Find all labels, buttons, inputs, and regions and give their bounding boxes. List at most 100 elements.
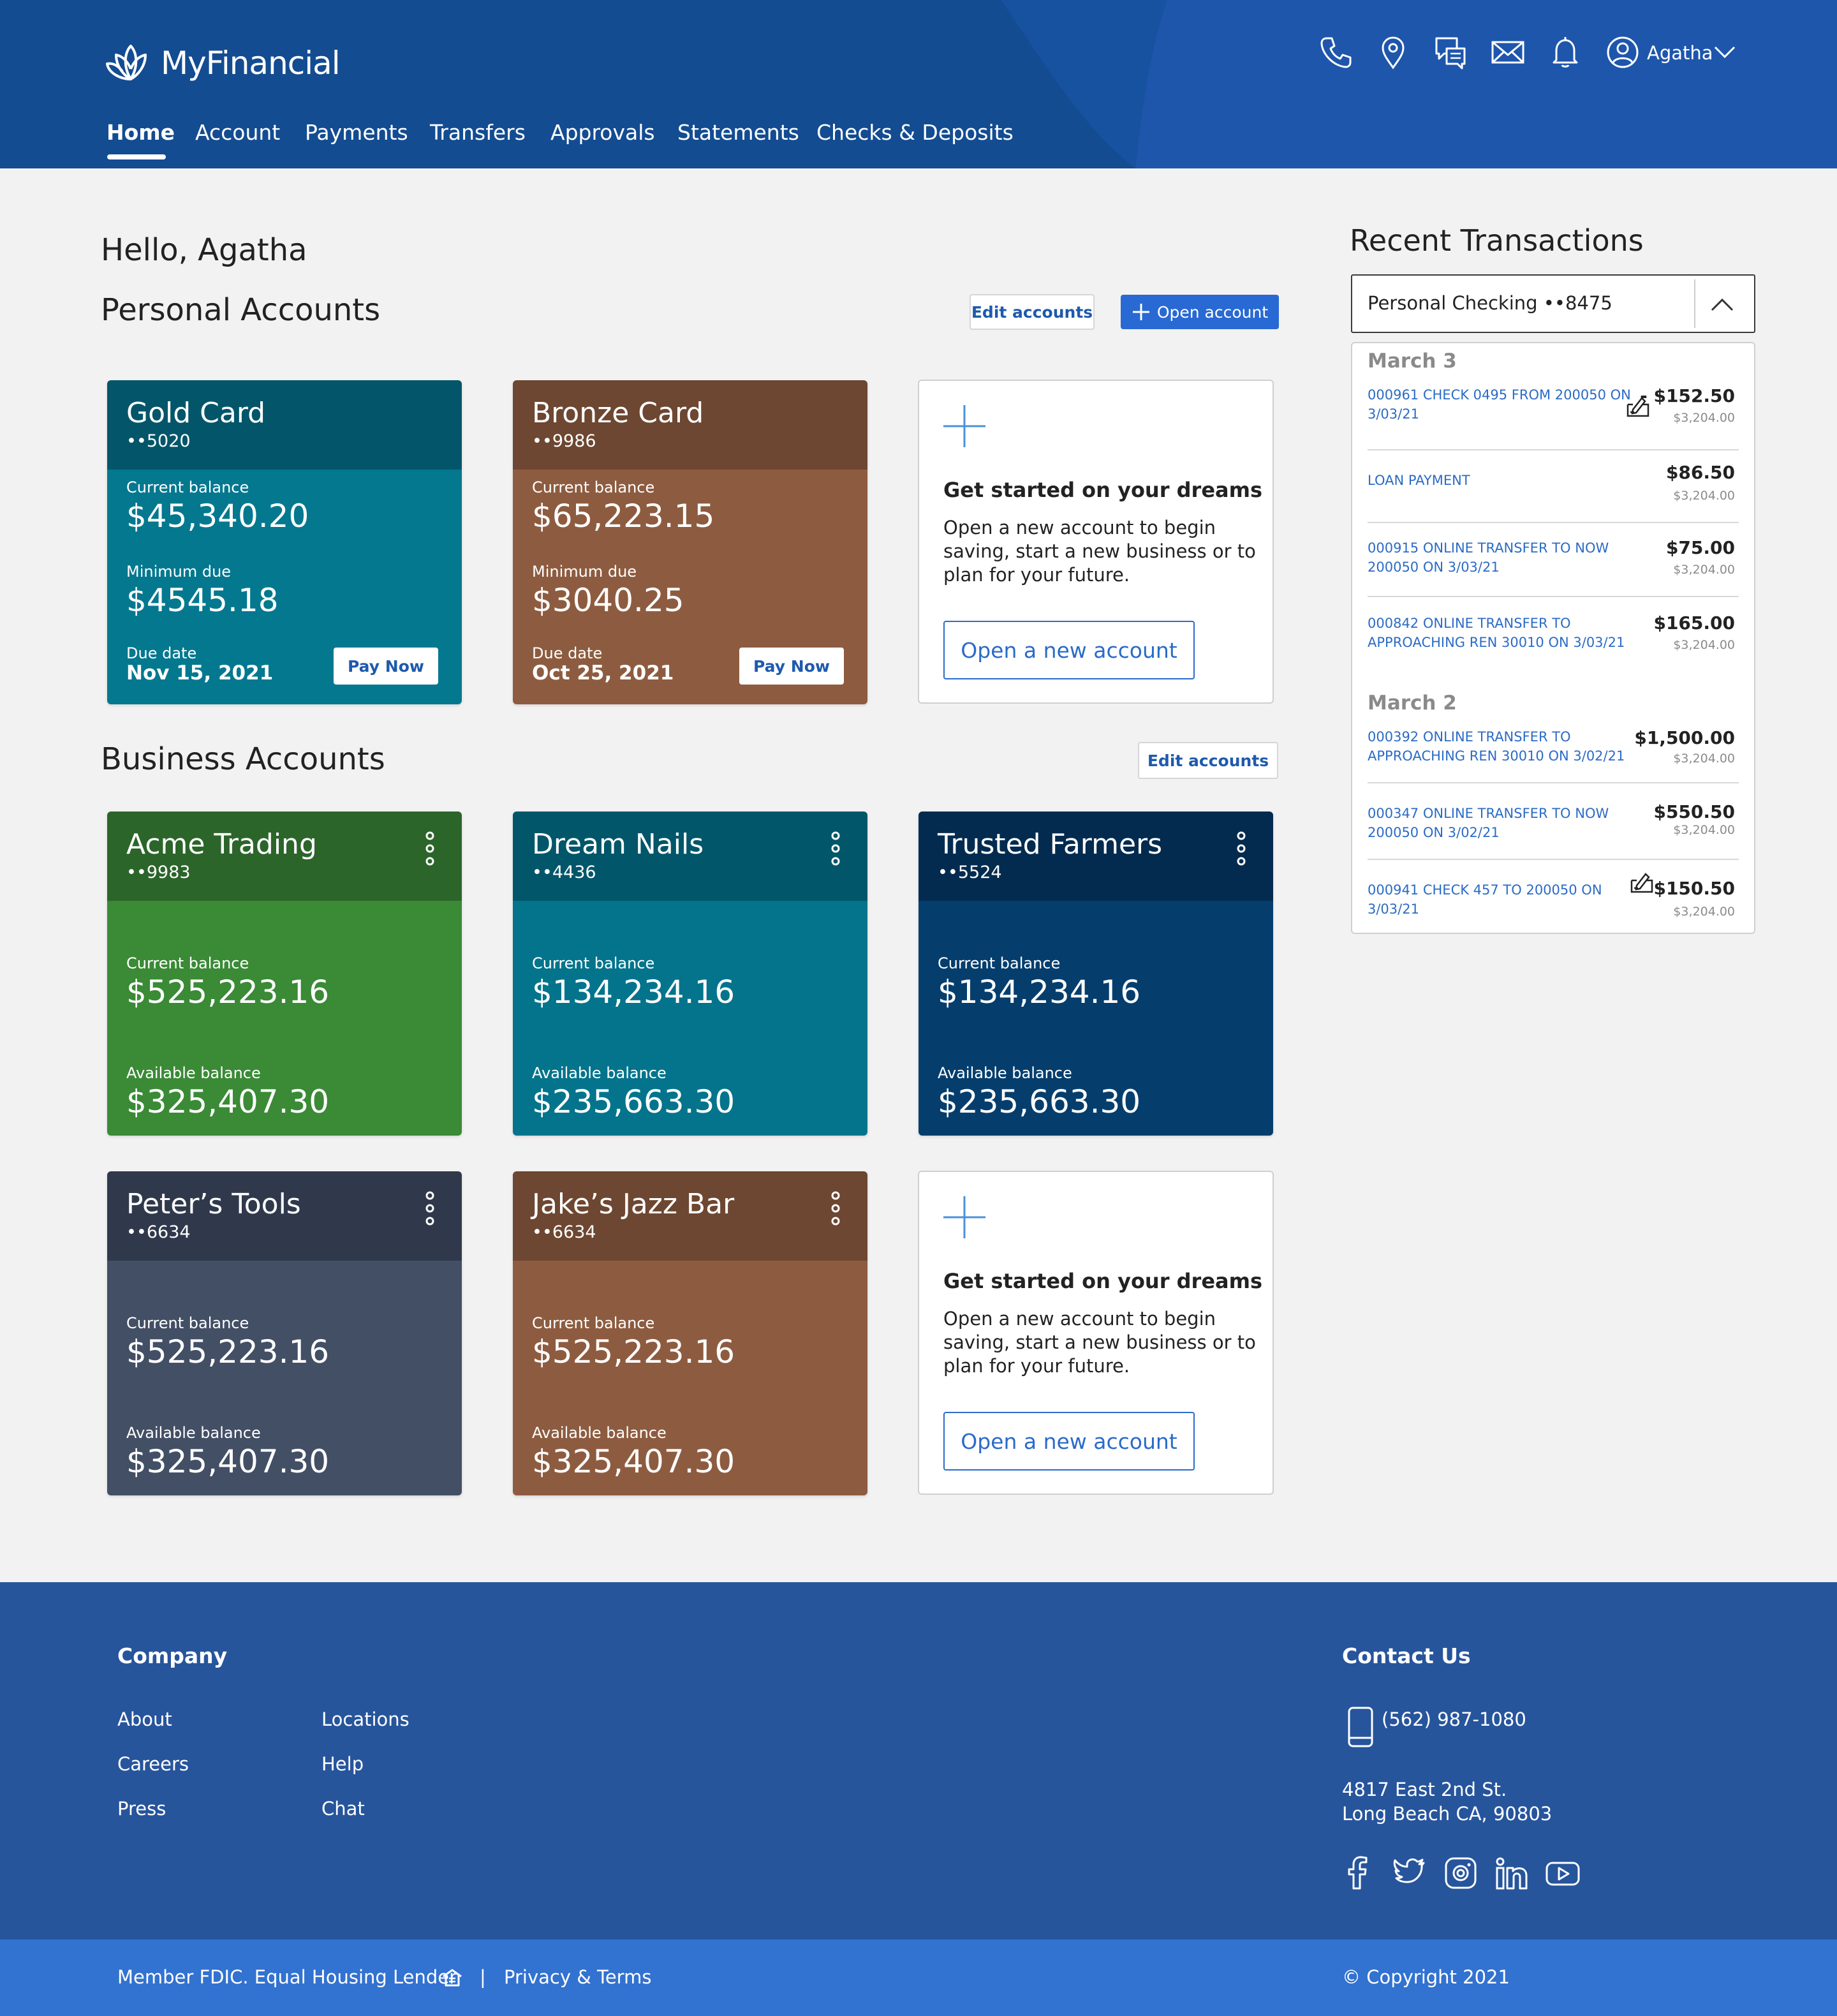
top-header: MyFinancial Home Account Payments Transf…	[0, 0, 1837, 168]
more-options-icon[interactable]	[424, 831, 436, 866]
mail-icon[interactable]	[1490, 34, 1526, 70]
more-options-icon[interactable]	[829, 1190, 842, 1226]
check-image-icon[interactable]	[1629, 870, 1655, 893]
greeting: Hello, Agatha	[101, 232, 307, 268]
nav-statements[interactable]: Statements	[677, 120, 799, 145]
pay-now-button[interactable]: Pay Now	[334, 648, 438, 685]
current-balance: $45,340.20	[126, 498, 309, 535]
footer-link-press[interactable]: Press	[117, 1798, 166, 1820]
account-card-dream-nails[interactable]: Dream Nails ••4436 Current balance $134,…	[513, 812, 867, 1136]
promo-title: Get started on your dreams	[943, 478, 1262, 502]
user-name[interactable]: Agatha	[1647, 42, 1713, 64]
youtube-icon[interactable]	[1545, 1855, 1581, 1891]
transaction-balance: $3,204.00	[1673, 638, 1735, 652]
card-name: Acme Trading	[126, 828, 317, 861]
footer-link-about[interactable]: About	[117, 1708, 172, 1730]
nav-payments[interactable]: Payments	[305, 120, 408, 145]
transaction-date-header: March 3	[1368, 350, 1457, 373]
transaction-description[interactable]: 000392 ONLINE TRANSFER TO APPROACHING RE…	[1368, 727, 1635, 766]
account-card-gold[interactable]: Gold Card ••5020 Current balance $45,340…	[107, 380, 462, 704]
pay-now-button[interactable]: Pay Now	[739, 648, 844, 685]
location-pin-icon[interactable]	[1375, 34, 1411, 70]
nav-checks-deposits[interactable]: Checks & Deposits	[816, 120, 1014, 145]
footer: Company About Careers Press Locations He…	[0, 1582, 1837, 1939]
contact-phone[interactable]: (562) 987-1080	[1382, 1708, 1526, 1730]
available-balance: $325,407.30	[126, 1443, 330, 1480]
account-card-peters-tools[interactable]: Peter’s Tools ••6634 Current balance $52…	[107, 1171, 462, 1495]
open-new-account-button[interactable]: Open a new account	[943, 1412, 1195, 1471]
transaction-description[interactable]: 000941 CHECK 457 TO 200050 ON 3/03/21	[1368, 880, 1635, 919]
available-balance: $325,407.30	[126, 1083, 330, 1120]
equal-housing-icon	[443, 1969, 462, 1987]
more-options-icon[interactable]	[829, 831, 842, 866]
current-balance: $525,223.16	[126, 974, 330, 1011]
available-balance-label: Available balance	[938, 1064, 1072, 1082]
transaction-description[interactable]: LOAN PAYMENT	[1368, 471, 1635, 490]
current-balance-label: Current balance	[532, 1314, 655, 1332]
edit-business-accounts-button[interactable]: Edit accounts	[1138, 742, 1278, 779]
footer-link-careers[interactable]: Careers	[117, 1753, 189, 1775]
minimum-due: $4545.18	[126, 582, 279, 619]
privacy-terms-link[interactable]: Privacy & Terms	[504, 1966, 651, 1988]
user-icon[interactable]	[1605, 34, 1641, 70]
promo-text: Open a new account to begin saving, star…	[943, 517, 1256, 586]
current-balance: $525,223.16	[532, 1333, 735, 1370]
transaction-description[interactable]: 000347 ONLINE TRANSFER TO NOW 200050 ON …	[1368, 804, 1635, 842]
available-balance-label: Available balance	[532, 1064, 667, 1082]
linkedin-icon[interactable]	[1495, 1855, 1528, 1891]
available-balance: $235,663.30	[938, 1083, 1141, 1120]
transaction-description[interactable]: 000842 ONLINE TRANSFER TO APPROACHING RE…	[1368, 614, 1635, 652]
business-accounts-title: Business Accounts	[101, 741, 385, 777]
account-card-jakes-jazz-bar[interactable]: Jake’s Jazz Bar ••6634 Current balance $…	[513, 1171, 867, 1495]
account-card-trusted-farmers[interactable]: Trusted Farmers ••5524 Current balance $…	[918, 812, 1273, 1136]
nav-transfers[interactable]: Transfers	[430, 120, 526, 145]
footer-link-help[interactable]: Help	[321, 1753, 364, 1775]
transaction-amount: $1,500.00	[1634, 727, 1735, 748]
open-new-account-button[interactable]: Open a new account	[943, 621, 1195, 679]
chevron-up-icon[interactable]	[1709, 292, 1735, 318]
transaction-description[interactable]: 000961 CHECK 0495 FROM 200050 ON 3/03/21	[1368, 385, 1635, 424]
nav-account[interactable]: Account	[195, 120, 280, 145]
transaction-amount: $550.50	[1653, 801, 1735, 822]
current-balance: $134,234.16	[938, 974, 1141, 1011]
twitter-icon[interactable]	[1392, 1855, 1426, 1891]
select-divider	[1694, 279, 1695, 328]
edit-personal-accounts-button[interactable]: Edit accounts	[970, 294, 1095, 330]
brand-name: MyFinancial	[161, 45, 341, 82]
transaction-amount: $75.00	[1665, 537, 1735, 558]
transaction-amount: $165.00	[1653, 612, 1735, 634]
copyright: © Copyright 2021	[1342, 1966, 1510, 1988]
card-number: ••9983	[126, 863, 191, 882]
footer-link-locations[interactable]: Locations	[321, 1708, 409, 1730]
more-options-icon[interactable]	[1235, 831, 1248, 866]
phone-icon[interactable]	[1318, 34, 1354, 70]
transaction-amount: - $152.50	[1640, 385, 1735, 406]
account-card-acme-trading[interactable]: Acme Trading ••9983 Current balance $525…	[107, 812, 462, 1136]
transaction-amount: $86.50	[1665, 462, 1735, 483]
nav-approvals[interactable]: Approvals	[550, 120, 655, 145]
card-number: ••6634	[126, 1222, 191, 1242]
account-card-bronze[interactable]: Bronze Card ••9986 Current balance $65,2…	[513, 380, 867, 704]
card-number: ••4436	[532, 863, 596, 882]
account-select[interactable]: Personal Checking ••8475	[1351, 274, 1755, 333]
recent-transactions-title: Recent Transactions	[1350, 223, 1644, 258]
nav-home[interactable]: Home	[107, 120, 175, 145]
card-number: ••9986	[532, 431, 596, 451]
transaction-description[interactable]: 000915 ONLINE TRANSFER TO NOW 200050 ON …	[1368, 538, 1635, 577]
facebook-icon[interactable]	[1342, 1855, 1373, 1891]
open-account-button[interactable]: Open account	[1121, 295, 1279, 329]
promo-card-business: Get started on your dreams Open a new ac…	[918, 1171, 1274, 1495]
current-balance: $65,223.15	[532, 498, 715, 535]
company-heading: Company	[117, 1643, 228, 1668]
chat-icon[interactable]	[1433, 34, 1468, 70]
more-options-icon[interactable]	[424, 1190, 436, 1226]
due-date-label: Due date	[532, 644, 603, 662]
plus-icon	[1132, 304, 1149, 320]
bell-icon[interactable]	[1547, 34, 1583, 70]
chevron-down-icon[interactable]	[1713, 45, 1736, 60]
due-date-label: Due date	[126, 644, 197, 662]
brand-logo[interactable]: MyFinancial	[105, 42, 341, 84]
instagram-icon[interactable]	[1444, 1855, 1477, 1891]
footer-link-chat[interactable]: Chat	[321, 1798, 365, 1820]
transaction-balance: $3,204.00	[1673, 563, 1735, 577]
